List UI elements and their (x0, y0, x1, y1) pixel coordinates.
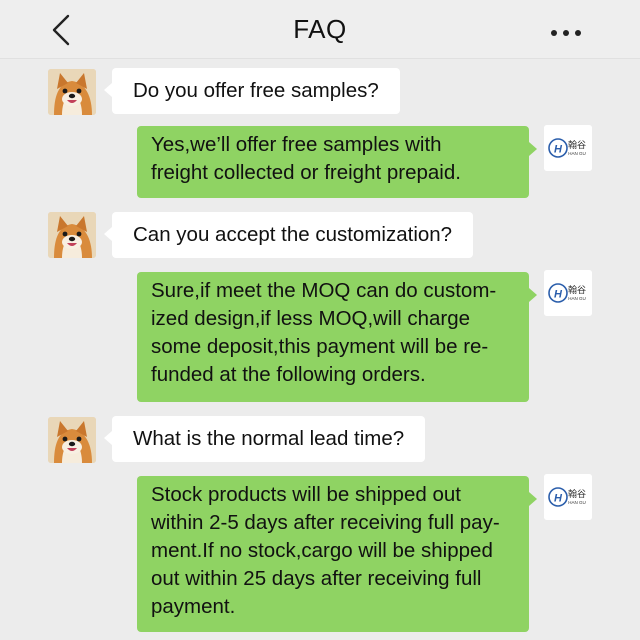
answer-bubble: Stock products will be shipped out withi… (137, 476, 537, 632)
answer-line: payment. (151, 595, 236, 618)
question-bubble: What is the normal lead time? (103, 416, 426, 462)
answer-line: freight collected or freight prepaid. (151, 161, 461, 184)
answer-line: Sure,if meet the MOQ can do custom- (151, 279, 497, 302)
answer-bubble: Yes,we’ll offer free samples with freigh… (137, 126, 537, 198)
header-bar: FAQ (0, 0, 640, 59)
user-avatar[interactable] (48, 212, 96, 258)
answer-line: funded at the following orders. (151, 363, 426, 386)
answer-bubble: Sure,if meet the MOQ can do custom- ized… (137, 272, 537, 402)
answer-line: ized design,if less MOQ,will charge (151, 307, 471, 330)
more-dots-icon[interactable] (548, 26, 584, 40)
answer-line: ment.If no stock,cargo will be shipped (151, 539, 493, 562)
question-bubble: Do you offer free samples? (104, 68, 400, 114)
answer-line: within 2-5 days after receiving full pay… (151, 511, 500, 534)
answer-line: Yes,we’ll offer free samples with (151, 133, 442, 156)
hangu-logo-avatar[interactable] (544, 125, 592, 171)
hangu-logo-avatar[interactable] (544, 270, 592, 316)
question-bubble: Can you accept the customization? (103, 212, 474, 258)
page-title: FAQ (293, 14, 347, 44)
answer-line: out within 25 days after receiving full (151, 567, 482, 590)
user-avatar[interactable] (48, 417, 96, 463)
user-avatar[interactable] (48, 69, 96, 115)
hangu-logo-avatar[interactable] (544, 474, 592, 520)
answer-line: Stock products will be shipped out (151, 483, 461, 506)
answer-line: some deposit,this payment will be re- (151, 335, 489, 358)
